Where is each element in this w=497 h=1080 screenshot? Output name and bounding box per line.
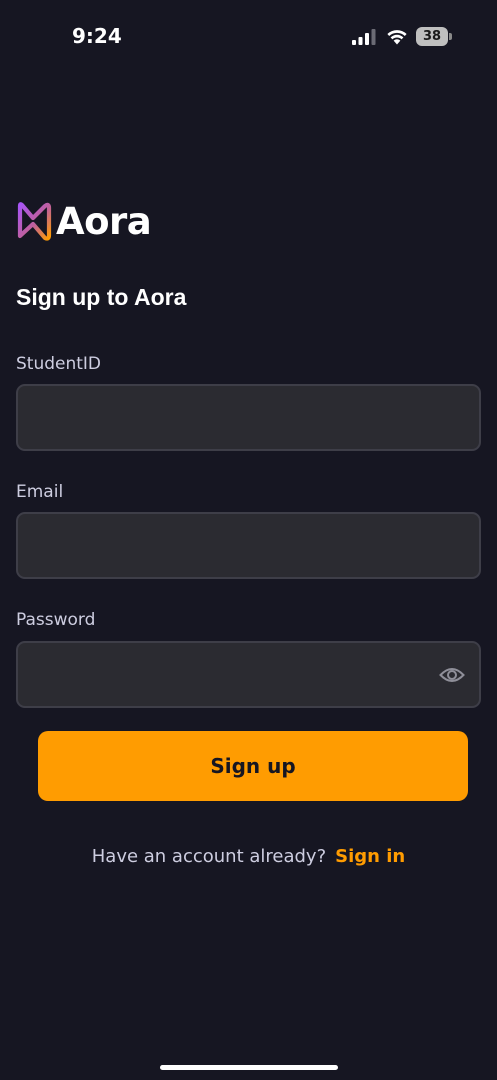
status-bar: 9:24 38 — [0, 0, 497, 70]
status-time: 9:24 — [72, 24, 122, 48]
sign-in-link[interactable]: Sign in — [335, 846, 405, 867]
email-input[interactable] — [18, 514, 479, 577]
have-account-text: Have an account already? — [91, 846, 327, 867]
password-label: Password — [16, 610, 96, 630]
battery-level: 38 — [416, 27, 448, 46]
home-indicator[interactable] — [160, 1065, 338, 1070]
cellular-signal-icon — [352, 29, 376, 45]
battery-tip — [449, 33, 452, 40]
wifi-icon — [387, 30, 407, 45]
sign-in-prompt: Have an account already? Sign in — [0, 846, 497, 867]
app-logo: Aora — [16, 198, 152, 244]
battery-icon: 38 — [416, 27, 452, 46]
student-id-field[interactable] — [16, 384, 481, 451]
eye-icon[interactable] — [439, 665, 465, 685]
app-name: Aora — [56, 199, 152, 243]
student-id-label: StudentID — [16, 354, 102, 374]
page-title: Sign up to Aora — [16, 284, 187, 310]
password-input[interactable] — [18, 643, 479, 706]
email-label: Email — [16, 482, 64, 502]
email-field[interactable] — [16, 512, 481, 579]
signup-screen: 9:24 38 Aora Sign up to Aora StudentID E… — [0, 0, 497, 1080]
student-id-input[interactable] — [18, 386, 479, 449]
sign-up-button[interactable]: Sign up — [38, 731, 468, 801]
aora-logo-icon — [17, 202, 52, 241]
password-field[interactable] — [16, 641, 481, 708]
